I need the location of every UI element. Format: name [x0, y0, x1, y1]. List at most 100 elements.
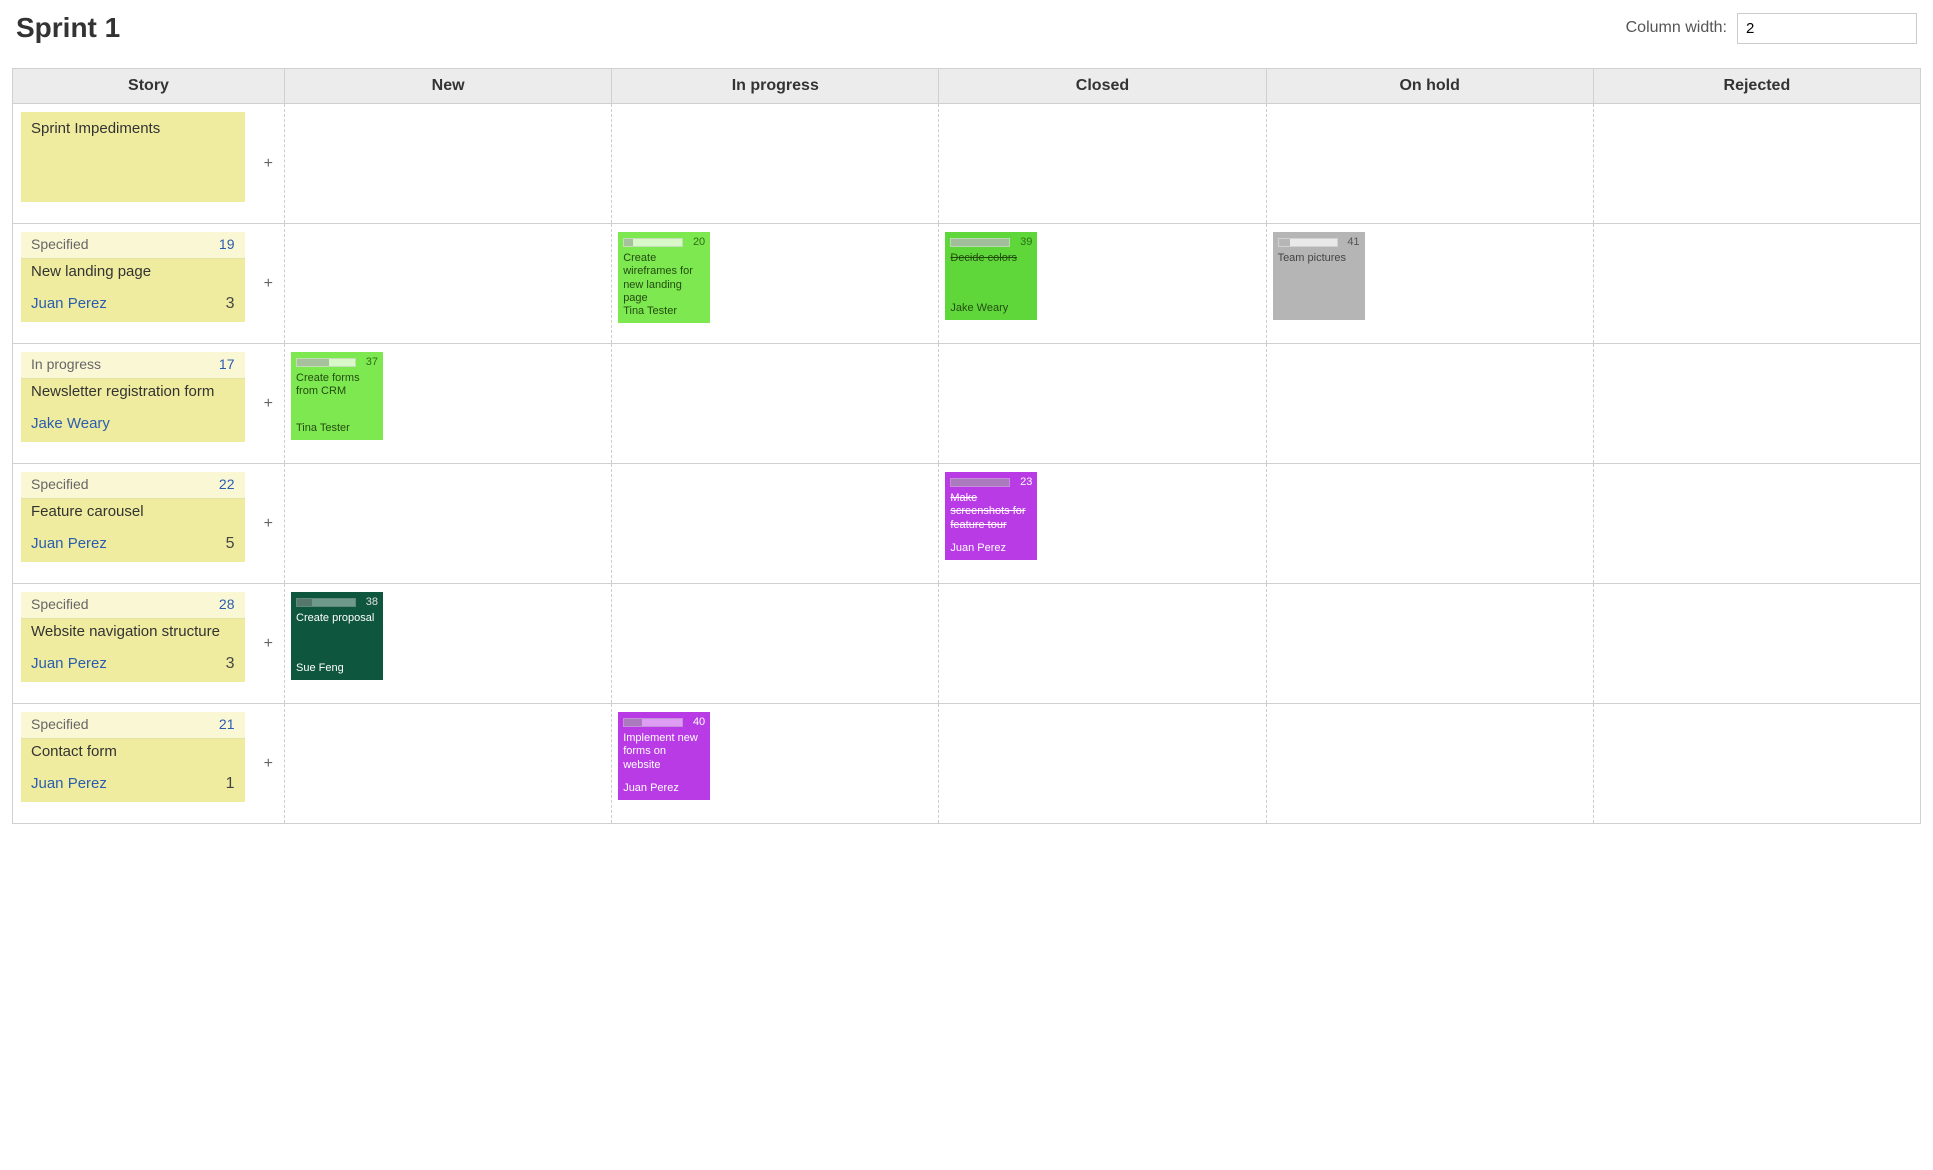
lane-on_hold[interactable]: [1266, 584, 1593, 704]
column-header-story: Story: [13, 69, 285, 104]
task-card[interactable]: 23Make screenshots for feature tourJuan …: [945, 472, 1037, 560]
lane-closed[interactable]: 39Decide colorsJake Weary: [939, 224, 1266, 344]
task-id: 40: [687, 716, 705, 729]
story-owner[interactable]: Juan Perez: [31, 655, 107, 674]
kanban-board: Story New In progress Closed On hold Rej…: [12, 68, 1921, 824]
task-progress-bar: [623, 718, 683, 727]
story-card[interactable]: Specified21Contact formJuan Perez1: [21, 712, 245, 802]
lane-new[interactable]: [285, 704, 612, 824]
lane-on_hold[interactable]: [1266, 344, 1593, 464]
task-owner: Tina Tester: [296, 422, 378, 435]
lane-closed[interactable]: 23Make screenshots for feature tourJuan …: [939, 464, 1266, 584]
story-owner[interactable]: Jake Weary: [31, 415, 110, 434]
task-id: 37: [360, 356, 378, 369]
story-card[interactable]: Specified22Feature carouselJuan Perez5: [21, 472, 245, 562]
task-owner: Tina Tester: [623, 305, 705, 318]
task-owner: Sue Feng: [296, 662, 378, 675]
task-card[interactable]: 39Decide colorsJake Weary: [945, 232, 1037, 320]
board-row: Specified22Feature carouselJuan Perez5+2…: [13, 464, 1921, 584]
lane-closed[interactable]: [939, 344, 1266, 464]
story-card[interactable]: Sprint Impediments: [21, 112, 245, 202]
lane-in_progress[interactable]: [612, 464, 939, 584]
lane-on_hold[interactable]: [1266, 104, 1593, 224]
add-task-button[interactable]: +: [253, 464, 285, 584]
task-card[interactable]: 41Team pictures: [1273, 232, 1365, 320]
lane-on_hold[interactable]: 41Team pictures: [1266, 224, 1593, 344]
lane-rejected[interactable]: [1593, 104, 1920, 224]
story-card[interactable]: In progress17Newsletter registration for…: [21, 352, 245, 442]
story-status: Specified: [31, 236, 89, 254]
story-title: Website navigation structure: [31, 623, 235, 642]
story-title: New landing page: [31, 263, 235, 282]
lane-rejected[interactable]: [1593, 584, 1920, 704]
lane-new[interactable]: [285, 224, 612, 344]
story-status: In progress: [31, 356, 101, 374]
task-title: Implement new forms on website: [623, 732, 705, 772]
task-id: 39: [1014, 236, 1032, 249]
task-card[interactable]: 37 Create forms from CRM Tina Tester: [291, 352, 383, 440]
task-id: 23: [1014, 476, 1032, 489]
column-header-on-hold: On hold: [1266, 69, 1593, 104]
task-card[interactable]: 38Create proposalSue Feng: [291, 592, 383, 680]
board-row: Sprint Impediments+: [13, 104, 1921, 224]
lane-rejected[interactable]: [1593, 344, 1920, 464]
lane-in_progress[interactable]: [612, 344, 939, 464]
story-id: 17: [219, 356, 235, 374]
lane-new[interactable]: 37 Create forms from CRM Tina Tester: [285, 344, 612, 464]
board-row: Specified21Contact formJuan Perez1+40Imp…: [13, 704, 1921, 824]
story-id: 22: [219, 476, 235, 494]
column-header-new: New: [285, 69, 612, 104]
lane-in_progress[interactable]: [612, 104, 939, 224]
task-title: Create proposal: [296, 612, 378, 625]
task-progress-bar: [1278, 238, 1338, 247]
story-card[interactable]: Specified 19 New landing page Juan Perez 3: [21, 232, 245, 322]
add-task-button[interactable]: +: [253, 104, 285, 224]
task-card[interactable]: 20 Create wireframes for new landing page…: [618, 232, 710, 323]
lane-closed[interactable]: [939, 704, 1266, 824]
lane-rejected[interactable]: [1593, 704, 1920, 824]
lane-in_progress[interactable]: 40Implement new forms on websiteJuan Per…: [612, 704, 939, 824]
story-owner[interactable]: Juan Perez: [31, 775, 107, 794]
task-progress-bar: [623, 238, 683, 247]
add-task-button[interactable]: +: [253, 704, 285, 824]
lane-closed[interactable]: [939, 104, 1266, 224]
lane-new[interactable]: 38Create proposalSue Feng: [285, 584, 612, 704]
story-title: Feature carousel: [31, 503, 235, 522]
board-row: Specified28Website navigation structureJ…: [13, 584, 1921, 704]
story-id: 21: [219, 716, 235, 734]
lane-on_hold[interactable]: [1266, 464, 1593, 584]
lane-new[interactable]: [285, 104, 612, 224]
task-id: 20: [687, 236, 705, 249]
lane-new[interactable]: [285, 464, 612, 584]
lane-in_progress[interactable]: 20 Create wireframes for new landing page…: [612, 224, 939, 344]
story-owner[interactable]: Juan Perez: [31, 295, 107, 314]
lane-rejected[interactable]: [1593, 224, 1920, 344]
task-progress-bar: [950, 478, 1010, 487]
column-header-closed: Closed: [939, 69, 1266, 104]
add-task-button[interactable]: +: [253, 344, 285, 464]
add-task-button[interactable]: +: [253, 584, 285, 704]
task-card[interactable]: 40Implement new forms on websiteJuan Per…: [618, 712, 710, 800]
task-progress-bar: [950, 238, 1010, 247]
story-id: 19: [219, 236, 235, 254]
story-card[interactable]: Specified28Website navigation structureJ…: [21, 592, 245, 682]
story-title: Contact form: [31, 743, 235, 762]
board-row: Specified 19 New landing page Juan Perez 3 +2…: [13, 224, 1921, 344]
column-header-rejected: Rejected: [1593, 69, 1920, 104]
page-title: Sprint 1: [16, 12, 120, 44]
lane-rejected[interactable]: [1593, 464, 1920, 584]
story-owner[interactable]: Juan Perez: [31, 535, 107, 554]
column-width-input[interactable]: [1737, 13, 1917, 44]
task-title: Create forms from CRM: [296, 372, 378, 398]
lane-closed[interactable]: [939, 584, 1266, 704]
story-points: 3: [226, 654, 235, 674]
story-points: 1: [226, 774, 235, 794]
task-progress-bar: [296, 358, 356, 367]
lane-in_progress[interactable]: [612, 584, 939, 704]
task-title: Decide colors: [950, 252, 1032, 265]
lane-on_hold[interactable]: [1266, 704, 1593, 824]
task-title: Create wireframes for new landing page: [623, 252, 705, 305]
column-width-label: Column width:: [1626, 19, 1727, 37]
add-task-button[interactable]: +: [253, 224, 285, 344]
story-points: 3: [226, 294, 235, 314]
